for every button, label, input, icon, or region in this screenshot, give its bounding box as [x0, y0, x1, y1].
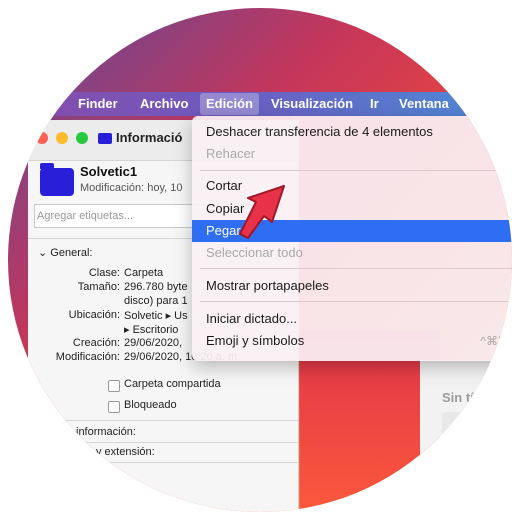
background-window-field: [442, 412, 502, 452]
menu-visualizacion[interactable]: Visualización: [271, 96, 353, 111]
menu-ventana[interactable]: Ventana: [399, 96, 449, 111]
row-label: Creación:: [72, 337, 120, 349]
row-value: 296.780 byte: [124, 281, 188, 293]
row-value: ▸ Escritorio: [124, 324, 179, 336]
minimize-button[interactable]: [56, 132, 68, 144]
large-folder-icon: [40, 163, 74, 196]
folder-modified: Modificación: hoy, 10: [80, 182, 183, 194]
close-button[interactable]: [36, 132, 48, 144]
chevron-down-icon: ⌄: [38, 247, 48, 259]
row-label: Clase:: [88, 267, 120, 279]
menu-separator: [200, 170, 512, 171]
background-window: Sin tí: [420, 360, 512, 512]
menu-separator: [200, 301, 512, 302]
divider: [28, 462, 298, 463]
emoji-shortcut: ^⌘E: [480, 334, 506, 348]
folder-name: Solvetic1: [80, 164, 138, 179]
menu-item-dictation[interactable]: Iniciar dictado...: [206, 311, 297, 326]
locked-checkbox[interactable]: [108, 401, 120, 413]
folder-icon: [98, 133, 112, 144]
menu-archivo[interactable]: Archivo: [140, 96, 188, 111]
menu-item-emoji[interactable]: Emoji y símbolos: [206, 333, 304, 348]
menu-item-select-all[interactable]: Seleccionar todo: [206, 245, 303, 260]
row-value: Solvetic ▸ Us: [124, 310, 188, 322]
divider: [28, 442, 298, 443]
more-info-section[interactable]: información:: [76, 426, 136, 438]
menu-item-redo[interactable]: Rehacer: [206, 146, 255, 161]
pointer-arrow-icon: [239, 185, 285, 239]
shared-folder-label: Carpeta compartida: [124, 378, 221, 390]
general-label: General:: [50, 247, 93, 259]
row-value: Carpeta: [124, 267, 164, 279]
row-value: 29/06/2020,: [124, 337, 183, 349]
row-label: Modificación:: [55, 351, 120, 363]
background-window-label: Sin tí: [442, 390, 474, 405]
menu-separator: [200, 268, 512, 269]
menu-finder[interactable]: Finder: [78, 96, 118, 111]
menu-item-undo[interactable]: Deshacer transferencia de 4 elementos: [206, 124, 433, 139]
zoom-button[interactable]: [76, 132, 88, 144]
row-label: Tamaño:: [77, 281, 120, 293]
name-extension-section[interactable]: y extensión:: [96, 446, 155, 458]
menu-item-show-clipboard[interactable]: Mostrar portapapeles: [206, 278, 329, 293]
menu-bar: Finder Archivo Edición Visualización Ir …: [8, 92, 512, 116]
shared-folder-checkbox[interactable]: [108, 380, 120, 392]
row-value: disco) para 1: [124, 295, 188, 307]
window-title: Informació: [116, 130, 183, 145]
row-label: Ubicación:: [68, 309, 120, 321]
menu-edicion[interactable]: Edición: [200, 93, 259, 115]
circular-crop: Sin tí Finder Archivo Edición Visualizac…: [8, 8, 512, 512]
locked-label: Bloqueado: [124, 399, 177, 411]
general-section[interactable]: ⌄ General:: [38, 246, 92, 259]
menu-ir[interactable]: Ir: [370, 96, 379, 111]
divider: [28, 420, 298, 421]
